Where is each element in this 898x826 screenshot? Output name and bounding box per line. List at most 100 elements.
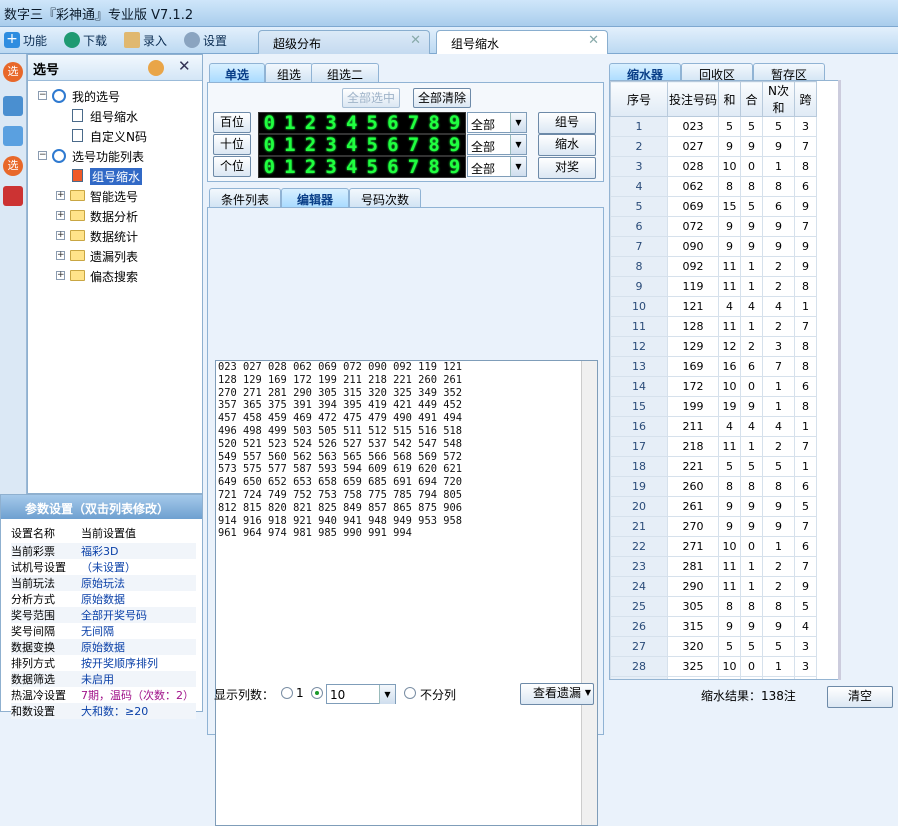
digit-toggle[interactable]: 2 — [300, 135, 321, 155]
close-icon[interactable]: ✕ — [588, 33, 599, 48]
tab-condition-list[interactable]: 条件列表 — [209, 188, 281, 207]
menu-function[interactable]: + 功能 — [4, 31, 47, 49]
table-row[interactable]: 23 281 11 1 2 7 — [610, 556, 817, 577]
table-row[interactable]: 4 062 8 8 8 6 — [610, 176, 817, 197]
digit-toggle[interactable]: 0 — [259, 135, 280, 155]
tab-group-two[interactable]: 组选二 — [311, 63, 379, 82]
table-row[interactable]: 8 092 11 1 2 9 — [610, 256, 817, 277]
view-missing-button[interactable]: 查看遗漏 ▼ — [520, 683, 594, 705]
gear-icon[interactable] — [148, 60, 164, 76]
param-row[interactable]: 奖号间隔 无间隔 — [11, 623, 196, 639]
radio-no-split[interactable] — [404, 687, 416, 699]
tree-item[interactable]: 遗漏列表 — [90, 248, 138, 265]
digit-toggle[interactable]: 6 — [383, 113, 404, 133]
radio-1[interactable] — [281, 687, 293, 699]
digit-toggle[interactable]: 5 — [362, 135, 383, 155]
table-row[interactable]: 16 211 4 4 4 1 — [610, 416, 817, 437]
select-icon[interactable]: 选 — [3, 156, 23, 176]
digit-toggle[interactable]: 5 — [362, 157, 383, 177]
table-row[interactable]: 21 270 9 9 9 7 — [610, 516, 817, 537]
menu-settings[interactable]: 设置 — [184, 31, 227, 49]
digit-toggle[interactable]: 4 — [341, 113, 362, 133]
tab-group-reduce[interactable]: 组号缩水 ✕ — [436, 30, 608, 54]
column-header[interactable]: 和 — [718, 81, 741, 117]
position-select[interactable]: 全部 ▼ — [467, 134, 527, 155]
param-row[interactable]: 热温冷设置 7期，温码（次数：2） — [11, 687, 196, 703]
digit-toggle[interactable]: 7 — [403, 157, 424, 177]
chevron-down-icon[interactable]: ▼ — [510, 135, 526, 154]
table-row[interactable]: 14 172 10 0 1 6 — [610, 376, 817, 397]
tab-super-distribution[interactable]: 超级分布 ✕ — [258, 30, 430, 54]
digit-toggle[interactable]: 4 — [341, 157, 362, 177]
table-row[interactable]: 19 260 8 8 8 6 — [610, 476, 817, 497]
tree-item[interactable]: 数据统计 — [90, 228, 138, 245]
position-button[interactable]: 个位 — [213, 156, 251, 177]
param-row[interactable]: 试机号设置 （未设置） — [11, 559, 196, 575]
chart-icon[interactable] — [3, 96, 23, 116]
digit-toggle[interactable]: 3 — [321, 113, 342, 133]
collapse-toggle[interactable]: − — [38, 151, 47, 160]
tree-item[interactable]: 自定义N码 — [90, 128, 147, 145]
digit-toggle[interactable]: 8 — [424, 157, 445, 177]
table-row[interactable]: 18 221 5 5 5 1 — [610, 456, 817, 477]
collapse-toggle[interactable]: − — [38, 91, 47, 100]
table-row[interactable]: 27 320 5 5 5 3 — [610, 636, 817, 657]
digit-toggle[interactable]: 5 — [362, 113, 383, 133]
table-row[interactable]: 2 027 9 9 9 7 — [610, 136, 817, 157]
table-row[interactable]: 12 129 12 2 3 8 — [610, 336, 817, 357]
position-button[interactable]: 十位 — [213, 134, 251, 155]
tree-item[interactable]: 智能选号 — [90, 188, 138, 205]
table-row[interactable]: 5 069 15 5 6 9 — [610, 196, 817, 217]
digit-toggle[interactable]: 2 — [300, 157, 321, 177]
digit-toggle[interactable]: 3 — [321, 135, 342, 155]
expand-toggle[interactable]: + — [56, 191, 65, 200]
tab-group[interactable]: 组选 — [265, 63, 313, 82]
expand-toggle[interactable]: + — [56, 211, 65, 220]
digit-toggle[interactable]: 6 — [383, 157, 404, 177]
tools-icon[interactable] — [3, 186, 23, 206]
table-row[interactable]: 13 169 16 6 7 8 — [610, 356, 817, 377]
digit-toggle[interactable]: 1 — [280, 113, 301, 133]
table-row[interactable]: 1 023 5 5 5 3 — [610, 116, 817, 137]
table-row[interactable]: 28 325 10 0 1 3 — [610, 656, 817, 677]
digit-toggle[interactable]: 8 — [424, 135, 445, 155]
digit-toggle[interactable]: 0 — [259, 113, 280, 133]
column-header[interactable]: 序号 — [610, 81, 668, 117]
table-row[interactable]: 20 261 9 9 9 5 — [610, 496, 817, 517]
position-select[interactable]: 全部 ▼ — [467, 156, 527, 177]
digit-toggle[interactable]: 4 — [341, 135, 362, 155]
editor-textarea[interactable]: 023 027 028 062 069 072 090 092 119 121 … — [215, 360, 598, 826]
table-row[interactable]: 7 090 9 9 9 9 — [610, 236, 817, 257]
table-row[interactable]: 10 121 4 4 4 1 — [610, 296, 817, 317]
digit-toggle[interactable]: 9 — [444, 157, 465, 177]
table-row[interactable]: 2934916676 — [610, 676, 817, 679]
digit-toggle[interactable]: 3 — [321, 157, 342, 177]
digit-toggle[interactable]: 0 — [259, 157, 280, 177]
tree-item[interactable]: 数据分析 — [90, 208, 138, 225]
digit-toggle[interactable]: 7 — [403, 113, 424, 133]
digit-toggle[interactable]: 8 — [424, 113, 445, 133]
table-row[interactable]: 9 119 11 1 2 8 — [610, 276, 817, 297]
digit-toggle[interactable]: 6 — [383, 135, 404, 155]
editor-scrollbar[interactable] — [581, 361, 597, 825]
table-row[interactable]: 17 218 11 1 2 7 — [610, 436, 817, 457]
column-header[interactable]: 跨 — [794, 81, 817, 117]
digit-toggle[interactable]: 2 — [300, 113, 321, 133]
chevron-down-icon[interactable]: ▼ — [510, 157, 526, 176]
param-row[interactable]: 数据变换 原始数据 — [11, 639, 196, 655]
document-icon[interactable] — [3, 126, 23, 146]
tree-item[interactable]: 偏态搜索 — [90, 268, 138, 285]
tree-item[interactable]: 选号功能列表 — [72, 148, 144, 165]
tree-item[interactable]: 我的选号 — [72, 88, 120, 105]
expand-toggle[interactable]: + — [56, 251, 65, 260]
param-row[interactable]: 数据筛选 未启用 — [11, 671, 196, 687]
close-icon[interactable]: ✕ — [410, 33, 421, 48]
position-select[interactable]: 全部 ▼ — [467, 112, 527, 133]
table-row[interactable]: 25 305 8 8 8 5 — [610, 596, 817, 617]
reduce-button[interactable]: 缩水 — [538, 134, 596, 156]
digit-toggle[interactable]: 1 — [280, 135, 301, 155]
clear-button[interactable]: 清空 — [827, 686, 893, 708]
table-row[interactable]: 15 199 19 9 1 8 — [610, 396, 817, 417]
column-header[interactable]: 合 — [740, 81, 763, 117]
clear-all-button[interactable]: 全部清除 — [413, 88, 471, 108]
